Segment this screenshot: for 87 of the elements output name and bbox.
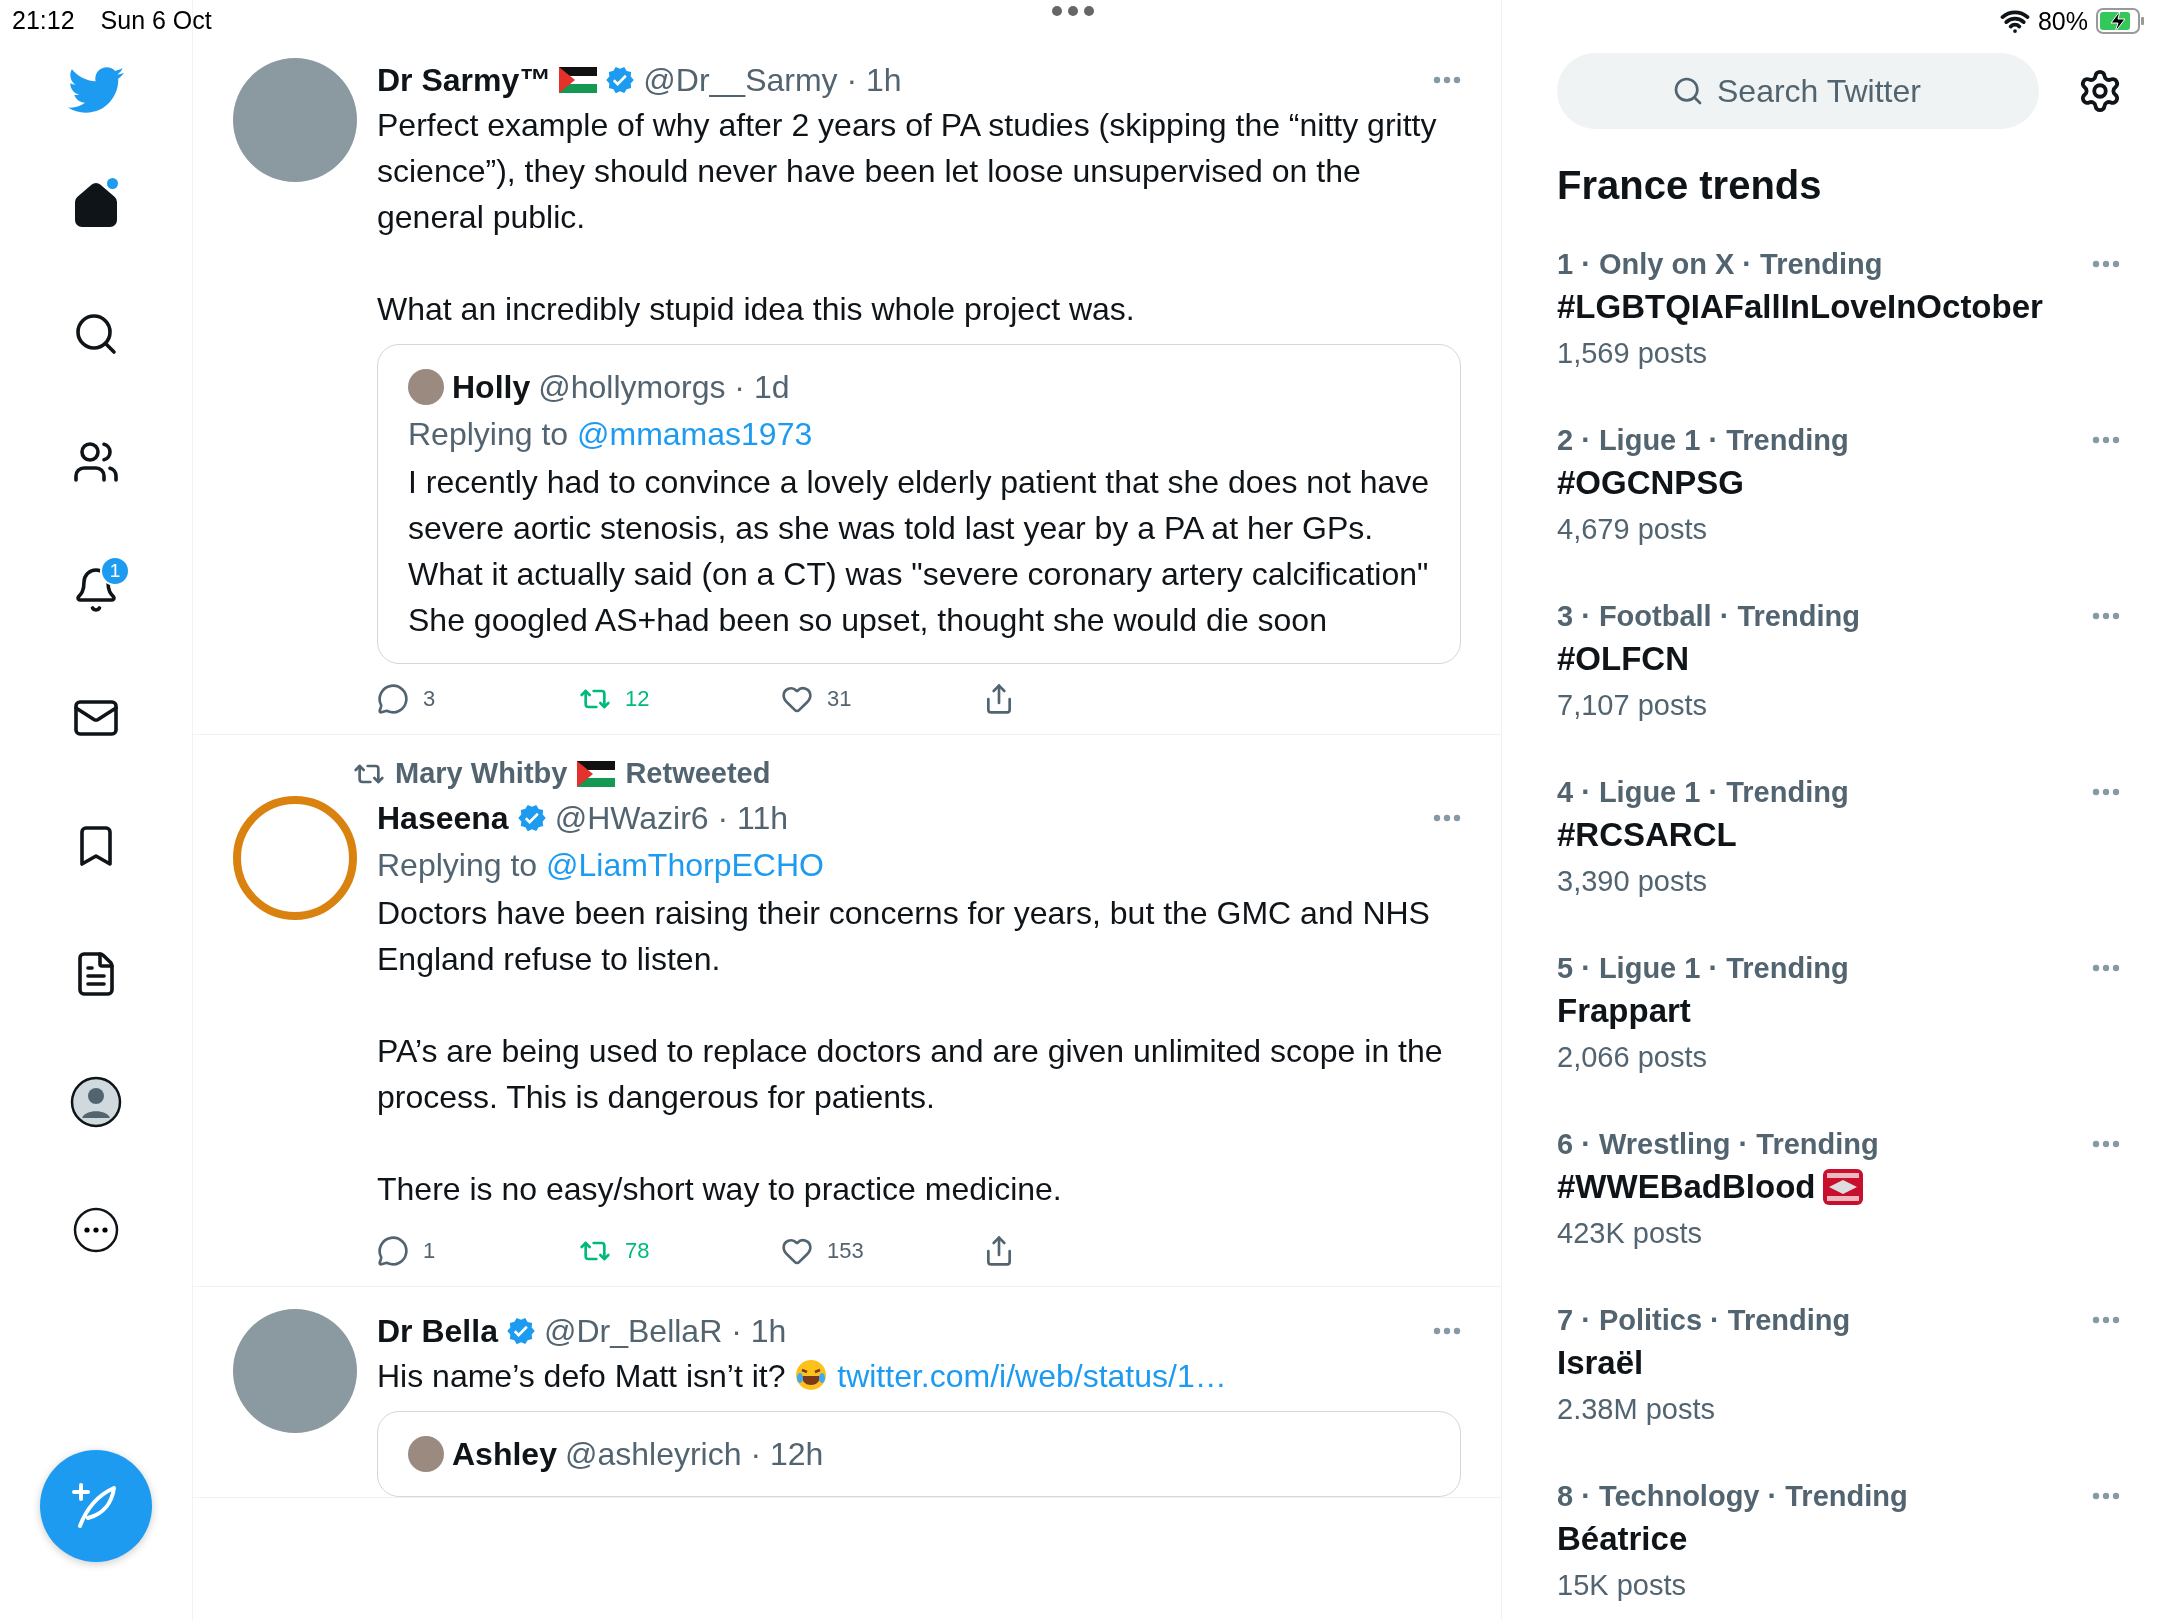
tweet-text: Perfect example of why after 2 years of PA studies (skipping the “nitty gritty science”), they should never have been let loose unsupervised on the general public.: [377, 106, 1438, 237]
trend-post-count: 3,390 posts: [1557, 864, 1707, 899]
more-button[interactable]: [2092, 1316, 2120, 1324]
speech-bubble-icon: [377, 1235, 409, 1267]
author-name: Ashley: [452, 1435, 557, 1473]
more-icon: [2092, 1492, 2120, 1500]
handle-and-time: @hollymorgs · 1d: [538, 368, 790, 406]
reply-button[interactable]: 3: [377, 683, 579, 715]
handle-and-time: @Dr_BellaR · 1h: [543, 1312, 787, 1350]
reply-button[interactable]: 1: [377, 1235, 579, 1267]
photo-placeholder: [408, 1436, 444, 1472]
trend-name[interactable]: Béatrice: [1557, 1516, 1688, 1562]
multitasking-dots-icon[interactable]: [1050, 4, 1096, 18]
more-button[interactable]: [2092, 1140, 2120, 1148]
trend-meta: 6 · Wrestling · Trending: [1557, 1127, 1879, 1162]
more-icon: [1433, 814, 1461, 822]
author-name: Holly: [452, 368, 531, 406]
trend-meta: 4 · Ligue 1 · Trending: [1557, 775, 1849, 810]
trend-post-count: 2,066 posts: [1557, 1040, 1707, 1075]
trend-meta: 5 · Ligue 1 · Trending: [1557, 951, 1849, 986]
quoted-tweet-card[interactable]: Ashley @ashleyrich · 12h: [377, 1411, 1461, 1497]
trend-name[interactable]: #OLFCN: [1557, 636, 1689, 682]
more-icon: [2092, 260, 2120, 268]
more-icon: [2092, 1316, 2120, 1324]
retweeter-name[interactable]: Mary Whitby: [395, 757, 568, 790]
handle-and-time: @ashleyrich · 12h: [564, 1435, 824, 1473]
photo-placeholder: [408, 369, 444, 405]
author-name[interactable]: Dr Sarmy™: [377, 61, 552, 99]
trend-name[interactable]: #LGBTQIAFallInLoveInOctober: [1557, 284, 2043, 330]
trend-post-count: 2.38M posts: [1557, 1392, 1715, 1427]
trend-meta: 7 · Politics · Trending: [1557, 1303, 1851, 1338]
author-name[interactable]: Dr Bella: [377, 1312, 498, 1350]
handle-and-time: @HWazir6 · 11h: [554, 799, 789, 837]
tweet-text: PA’s are being used to replace doctors and are given unlimited scope in the process. This is dangerous for patients.: [377, 1032, 1444, 1117]
notification-count: 1: [100, 556, 130, 586]
more-button[interactable]: [1433, 814, 1461, 822]
battery-percent: 80%: [2037, 6, 2088, 36]
tweet-text: His name’s defo Matt isn’t it? twitter.com/i/web/status/1…: [377, 1357, 1228, 1396]
more-icon: [2092, 612, 2120, 620]
more-icon: [2092, 788, 2120, 796]
date-text: Sun 6 Oct: [100, 6, 212, 35]
trend-meta: 1 · Only on X · Trending: [1557, 247, 1883, 282]
section-title: France trends: [1557, 163, 1823, 208]
more-icon: [2092, 1140, 2120, 1148]
quoted-tweet-text: She googled AS+had been so upset, thought she would die soon: [408, 601, 1328, 640]
more-icon: [1433, 1327, 1461, 1335]
replying-to-text: Replying to @LiamThorpECHO: [377, 846, 825, 885]
search-icon: [1672, 75, 1704, 107]
more-button[interactable]: [1433, 76, 1461, 84]
more-button[interactable]: [1433, 1327, 1461, 1335]
more-icon: [2092, 436, 2120, 444]
trend-meta: 3 · Football · Trending: [1557, 599, 1860, 634]
tweet-text: Doctors have been raising their concerns for years, but the GMC and NHS England refuse to listen.: [377, 894, 1431, 979]
handle-and-time: @Dr__Sarmy · 1h: [643, 61, 902, 99]
trend-post-count: 1,569 posts: [1557, 336, 1707, 371]
search-field[interactable]: Search Twitter: [1557, 53, 2039, 129]
speech-bubble-icon: [377, 683, 409, 715]
retweeted-label: Retweeted: [625, 757, 771, 790]
like-button[interactable]: 153: [781, 1235, 983, 1267]
trend-name[interactable]: #WWEBadBlood: [1557, 1164, 1816, 1210]
quoted-tweet-text: I recently had to convince a lovely elderly patient that she does not have severe aortic stenosis, as she was told last year by a PA at her GPs. What it actually said (on a CT) was "severe coronary artery calcification": [408, 463, 1430, 594]
trend-name[interactable]: Frappart: [1557, 988, 1691, 1034]
clock-time: 21:12: [12, 6, 75, 35]
compose-button[interactable]: [40, 1450, 152, 1562]
like-button[interactable]: 31: [781, 683, 983, 715]
trend-name[interactable]: Israël: [1557, 1340, 1644, 1386]
trend-post-count: 15K posts: [1557, 1568, 1686, 1603]
trend-meta: 8 · Technology · Trending: [1557, 1479, 1908, 1514]
more-button[interactable]: [2092, 964, 2120, 972]
quoted-tweet-card[interactable]: [377, 344, 1461, 664]
trend-name[interactable]: #OGCNPSG: [1557, 460, 1745, 506]
replying-to-text: Replying to @mmamas1973: [408, 415, 814, 454]
more-button[interactable]: [2092, 788, 2120, 796]
tweet-text: There is no easy/short way to practice medicine.: [377, 1170, 1063, 1209]
author-name[interactable]: Haseena: [377, 799, 509, 837]
more-icon: [1433, 76, 1461, 84]
trend-name[interactable]: #RCSARCL: [1557, 812, 1737, 858]
more-button[interactable]: [2092, 1492, 2120, 1500]
trend-post-count: 423K posts: [1557, 1216, 1703, 1251]
trend-meta: 2 · Ligue 1 · Trending: [1557, 423, 1849, 458]
trend-post-count: 7,107 posts: [1557, 688, 1707, 723]
more-button[interactable]: [2092, 436, 2120, 444]
trend-post-count: 4,679 posts: [1557, 512, 1707, 547]
more-button[interactable]: [2092, 612, 2120, 620]
more-icon: [2092, 964, 2120, 972]
tweet-text: What an incredibly stupid idea this whole project was.: [377, 290, 1136, 329]
more-button[interactable]: [2092, 260, 2120, 268]
